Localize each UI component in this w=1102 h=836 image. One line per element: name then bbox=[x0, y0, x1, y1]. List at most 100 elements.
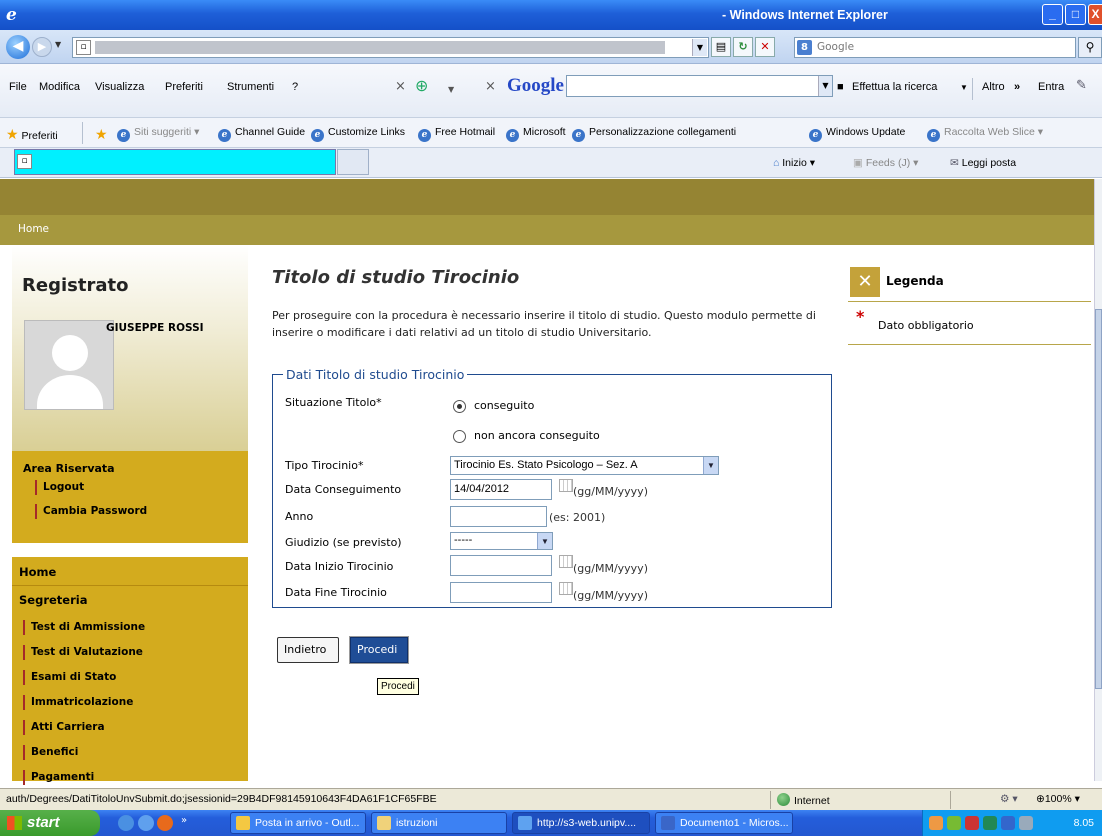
entra-button[interactable]: Entra bbox=[1038, 81, 1064, 93]
google-input-dropdown-icon[interactable]: ▼ bbox=[818, 76, 832, 96]
breadcrumb-home[interactable]: Home bbox=[18, 223, 49, 235]
vertical-scrollbar[interactable] bbox=[1094, 179, 1102, 781]
radio-non-conseguito[interactable] bbox=[453, 430, 466, 443]
firefox-quicklaunch-icon[interactable] bbox=[157, 815, 173, 831]
task-istruzioni[interactable]: istruzioni bbox=[371, 812, 507, 834]
radio-non-conseguito-label[interactable]: non ancora conseguito bbox=[474, 429, 600, 442]
menu-file[interactable]: File bbox=[9, 81, 27, 93]
close-toolbar-icon[interactable]: × bbox=[395, 79, 406, 94]
tray-app-icon[interactable] bbox=[929, 816, 943, 830]
search-input[interactable]: 8 Google bbox=[794, 37, 1076, 58]
fav-windows-update[interactable]: e Windows Update bbox=[809, 126, 905, 142]
task-word[interactable]: Documento1 - Micros... bbox=[655, 812, 793, 834]
page-header bbox=[0, 179, 1094, 215]
compatibility-icon[interactable]: ▤ bbox=[711, 37, 731, 57]
fav-siti-suggeriti[interactable]: e Siti suggeriti ▾ bbox=[117, 126, 199, 142]
sidebar-item-home[interactable]: Home bbox=[19, 565, 56, 579]
translate-dropdown-icon[interactable]: ▼ bbox=[448, 85, 454, 94]
forward-button[interactable]: ▶ bbox=[32, 37, 52, 57]
quicklaunch-more-icon[interactable]: » bbox=[181, 815, 187, 826]
date-format-hint: (gg/MM/yyyy) bbox=[573, 562, 648, 575]
change-password-link[interactable]: Cambia Password bbox=[35, 504, 147, 519]
menu-visualizza[interactable]: Visualizza bbox=[95, 81, 144, 93]
calendar-icon[interactable] bbox=[559, 555, 573, 568]
start-button[interactable]: start bbox=[0, 810, 100, 836]
menu-preferiti[interactable]: Preferiti bbox=[165, 81, 203, 93]
new-tab-button[interactable] bbox=[337, 149, 369, 175]
menu-strumenti[interactable]: Strumenti bbox=[227, 81, 274, 93]
tab-current[interactable]: ▫ bbox=[14, 149, 336, 175]
globe-icon bbox=[777, 793, 790, 806]
search-action-icon[interactable]: ■ bbox=[837, 81, 844, 93]
tray-app-icon[interactable] bbox=[965, 816, 979, 830]
url-dropdown-icon[interactable]: ▼ bbox=[692, 39, 707, 56]
tray-app-icon[interactable] bbox=[947, 816, 961, 830]
altro-button[interactable]: Altro bbox=[982, 81, 1005, 93]
search-action-button[interactable]: Effettua la ricerca bbox=[852, 81, 937, 93]
sidebar-item-test-ammissione[interactable]: Test di Ammissione bbox=[23, 620, 145, 635]
menu-bar: File Modifica Visualizza Preferiti Strum… bbox=[0, 64, 1102, 118]
wrench-icon[interactable]: ✎ bbox=[1076, 78, 1087, 93]
refresh-icon[interactable]: ↻ bbox=[733, 37, 753, 57]
add-favorite-icon[interactable]: ★ bbox=[95, 126, 108, 143]
history-dropdown-icon[interactable]: ▼ bbox=[55, 40, 61, 49]
sidebar-item-pagamenti[interactable]: Pagamenti bbox=[23, 770, 94, 785]
home-button[interactable]: ⌂ Inizio ▾ bbox=[773, 157, 815, 169]
maximize-button[interactable]: □ bbox=[1065, 4, 1086, 25]
close-button[interactable]: X bbox=[1088, 4, 1102, 25]
menu-help[interactable]: ? bbox=[292, 81, 298, 93]
menu-modifica[interactable]: Modifica bbox=[39, 81, 80, 93]
sidebar-item-test-valutazione[interactable]: Test di Valutazione bbox=[23, 645, 143, 660]
fav-channel-guide[interactable]: e Channel Guide bbox=[218, 126, 305, 142]
google-toolbar-input[interactable]: ▼ bbox=[566, 75, 833, 97]
url-input[interactable]: ▫ ▼ bbox=[72, 37, 709, 58]
tray-app-icon[interactable] bbox=[1019, 816, 1033, 830]
window-title-bar: e - Windows Internet Explorer _ □ X bbox=[0, 0, 1102, 30]
ie-quicklaunch-icon[interactable] bbox=[138, 815, 154, 831]
back-form-button[interactable]: Indietro bbox=[277, 637, 339, 663]
task-ie[interactable]: http://s3-web.unipv.... bbox=[512, 812, 650, 834]
fav-customize-links[interactable]: e Customize Links bbox=[311, 126, 405, 142]
chevron-right-icon[interactable]: » bbox=[1014, 81, 1020, 93]
minimize-button[interactable]: _ bbox=[1042, 4, 1063, 25]
back-button[interactable]: ◀ bbox=[6, 35, 30, 59]
favorites-button[interactable]: ★ Preferiti bbox=[6, 126, 58, 143]
radio-conseguito-label[interactable]: conseguito bbox=[474, 399, 534, 412]
avatar bbox=[24, 320, 114, 410]
read-mail-button[interactable]: ✉ Leggi posta bbox=[950, 157, 1016, 169]
tray-app-icon[interactable] bbox=[1001, 816, 1015, 830]
search-button[interactable]: ⚲ bbox=[1078, 37, 1102, 58]
close-google-toolbar-icon[interactable]: × bbox=[485, 79, 496, 94]
calendar-icon[interactable] bbox=[559, 479, 573, 492]
calendar-icon[interactable] bbox=[559, 582, 573, 595]
logout-link[interactable]: Logout bbox=[35, 480, 84, 495]
zoom-button[interactable]: ⊕100% ▾ bbox=[1036, 793, 1080, 805]
protected-mode-icon[interactable]: ⚙ ▾ bbox=[1000, 793, 1018, 805]
sidebar-item-benefici[interactable]: Benefici bbox=[23, 745, 78, 760]
search-action-dropdown-icon[interactable]: ▼ bbox=[960, 83, 968, 92]
sidebar-item-immatricolazione[interactable]: Immatricolazione bbox=[23, 695, 133, 710]
stop-icon[interactable]: ✕ bbox=[755, 37, 775, 57]
scrollbar-thumb[interactable] bbox=[1095, 309, 1102, 689]
tray-app-icon[interactable] bbox=[983, 816, 997, 830]
situazione-label: Situazione Titolo* bbox=[285, 396, 382, 409]
task-outlook[interactable]: Posta in arrivo - Outl... bbox=[230, 812, 366, 834]
feeds-button[interactable]: ▣ Feeds (J) ▾ bbox=[853, 157, 918, 169]
giudizio-select[interactable]: ----- ▼ bbox=[450, 532, 553, 550]
data-conseguimento-input[interactable]: 14/04/2012 bbox=[450, 479, 552, 500]
tipo-select[interactable]: Tirocinio Es. Stato Psicologo – Sez. A ▼ bbox=[450, 456, 719, 475]
sidebar-item-atti-carriera[interactable]: Atti Carriera bbox=[23, 720, 105, 735]
fav-free-hotmail[interactable]: e Free Hotmail bbox=[418, 126, 495, 142]
fav-personalizzazione[interactable]: e Personalizzazione collegamenti bbox=[572, 126, 736, 142]
translate-icon[interactable]: ⊕ bbox=[415, 76, 439, 98]
sidebar-section-segreteria[interactable]: Segreteria bbox=[19, 593, 87, 607]
radio-conseguito[interactable] bbox=[453, 400, 466, 413]
data-fine-input[interactable] bbox=[450, 582, 552, 603]
fav-microsoft[interactable]: e Microsoft bbox=[506, 126, 566, 142]
ie-quicklaunch-icon[interactable] bbox=[118, 815, 134, 831]
sidebar-item-esami-stato[interactable]: Esami di Stato bbox=[23, 670, 116, 685]
fav-web-slice[interactable]: e Raccolta Web Slice ▾ bbox=[927, 126, 1043, 142]
anno-input[interactable] bbox=[450, 506, 547, 527]
data-inizio-input[interactable] bbox=[450, 555, 552, 576]
proceed-button[interactable]: Procedi bbox=[349, 636, 409, 664]
